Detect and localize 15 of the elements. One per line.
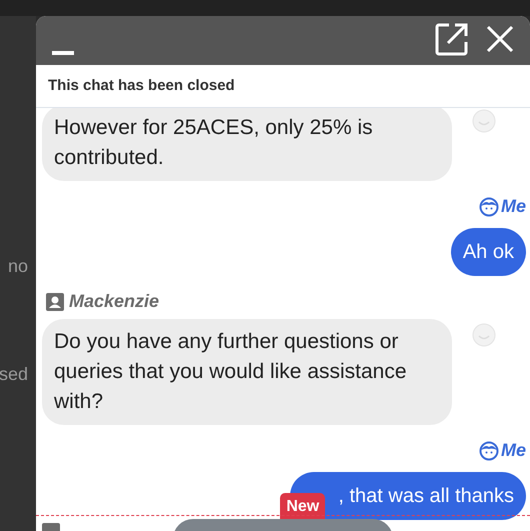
- sender-name: Me: [500, 439, 526, 462]
- minimize-button[interactable]: [52, 51, 74, 55]
- smiley-icon[interactable]: [472, 323, 496, 347]
- sender-name: Me: [500, 195, 526, 218]
- smiley-icon[interactable]: [472, 109, 496, 133]
- message-bubble: Ah ok: [450, 228, 526, 276]
- message-bubble: However for 25ACES, only 25% is contributed.: [42, 108, 452, 181]
- face-icon: [478, 440, 499, 460]
- pop-out-icon[interactable]: [434, 20, 470, 56]
- background-text: no: [8, 255, 28, 278]
- face-icon: [478, 196, 499, 216]
- close-icon[interactable]: [486, 24, 514, 52]
- message-bubble: Do you have any further questions or queries that you would like assistance with?: [42, 319, 452, 425]
- status-text: This chat has been closed: [48, 76, 235, 96]
- sender-name: Mackenzie: [69, 290, 160, 313]
